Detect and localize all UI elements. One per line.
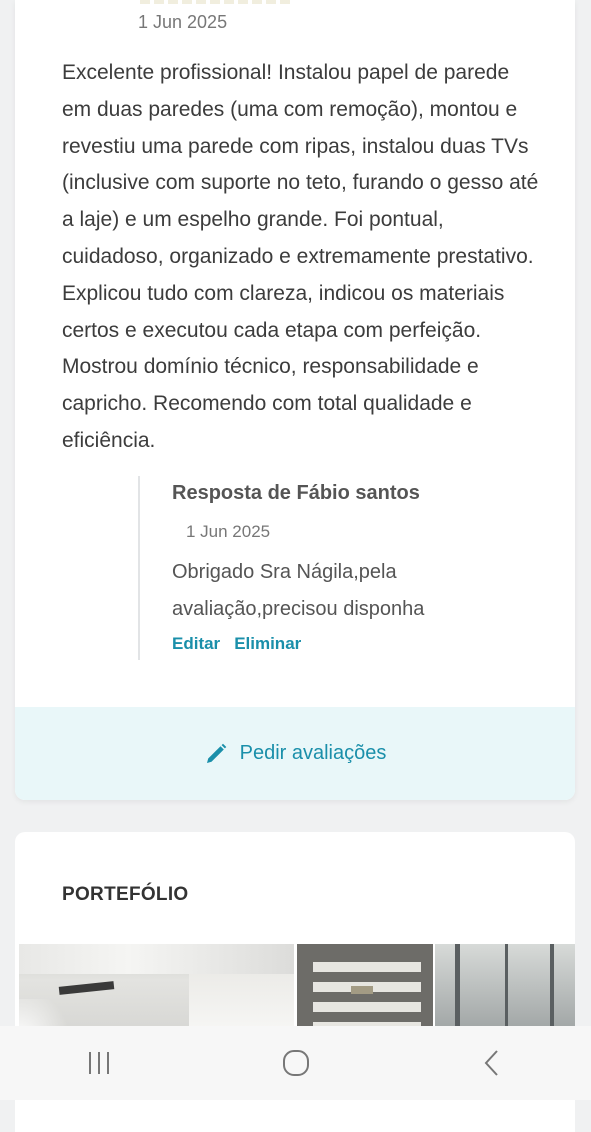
pencil-icon [206,743,226,763]
review-date: 1 Jun 2025 [138,12,228,32]
portfolio-photo-1[interactable] [19,944,294,1034]
back-button[interactable] [463,1043,523,1083]
reply-actions: Editar Eliminar [172,634,301,654]
edit-reply-link[interactable]: Editar [172,634,220,653]
system-navigation-bar [0,1026,591,1100]
reply-block: Resposta de Fábio santos 1 Jun 2025 Obri… [138,476,560,660]
review-card: 1 Jun 2025 Excelente profissional! Insta… [15,0,575,800]
portfolio-photo-3[interactable] [435,944,575,1034]
back-icon [484,1050,498,1076]
portfolio-photo-2[interactable] [297,944,433,1034]
portfolio-title: PORTEFÓLIO [62,884,189,905]
request-reviews-label: Pedir avaliações [239,742,387,764]
recent-apps-button[interactable] [69,1043,129,1083]
reply-title: Resposta de Fábio santos [172,482,420,504]
home-icon [282,1050,309,1076]
request-reviews-button[interactable]: Pedir avaliações [15,707,575,800]
rating-stars [140,0,290,4]
reply-text: Obrigado Sra Nágila,pela avaliação,preci… [172,561,425,620]
delete-reply-link[interactable]: Eliminar [234,634,301,653]
reply-date: 1 Jun 2025 [186,522,271,541]
recent-apps-icon [88,1052,109,1074]
review-text: Excelente profissional! Instalou papel d… [62,61,539,452]
home-button[interactable] [266,1043,326,1083]
